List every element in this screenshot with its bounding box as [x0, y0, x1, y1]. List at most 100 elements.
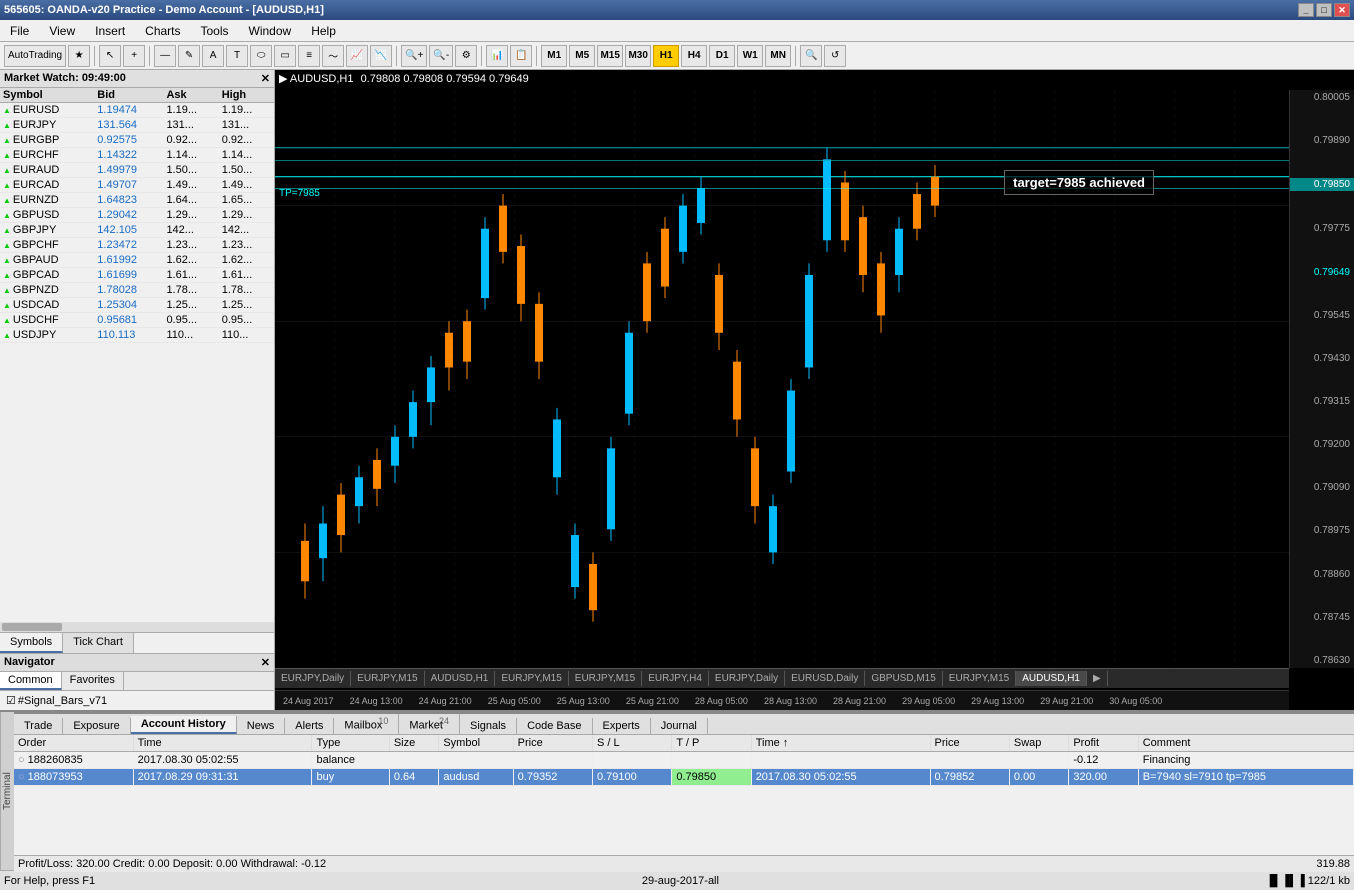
tab-exposure[interactable]: Exposure [63, 718, 130, 734]
tf-w1[interactable]: W1 [737, 45, 763, 67]
zoom-in-button[interactable]: 🔍+ [401, 45, 427, 67]
chart-tab-0[interactable]: EURJPY,Daily [275, 671, 351, 686]
market-watch-row[interactable]: ▲GBPJPY 142.105 142... 142... [0, 223, 274, 238]
th-comment[interactable]: Comment [1138, 735, 1353, 752]
th-time[interactable]: Time [133, 735, 312, 752]
chart-tab-2[interactable]: AUDUSD,H1 [425, 671, 496, 686]
tab-symbols[interactable]: Symbols [0, 633, 63, 653]
th-symbol[interactable]: Symbol [439, 735, 513, 752]
menu-insert[interactable]: Insert [89, 22, 131, 40]
zoom-out-button[interactable]: 🔍- [429, 45, 453, 67]
chart-tab-8[interactable]: GBPUSD,M15 [865, 671, 942, 686]
nav-signal-item[interactable]: ☑ #Signal_Bars_v71 [2, 693, 272, 708]
favorites-button[interactable]: ★ [68, 45, 90, 67]
tab-account-history[interactable]: Account History [131, 716, 237, 734]
tf-h1[interactable]: H1 [653, 45, 679, 67]
market-watch-row[interactable]: ▲USDCHF 0.95681 0.95... 0.95... [0, 313, 274, 328]
market-watch-row[interactable]: ▲GBPUSD 1.29042 1.29... 1.29... [0, 208, 274, 223]
tab-market[interactable]: Market24 [399, 714, 460, 734]
market-watch-row[interactable]: ▲EURAUD 1.49979 1.50... 1.50... [0, 163, 274, 178]
col-high[interactable]: High [219, 88, 274, 103]
chart-area[interactable]: ▶ AUDUSD,H1 0.79808 0.79808 0.79594 0.79… [275, 70, 1354, 710]
th-swap[interactable]: Swap [1009, 735, 1068, 752]
tab-journal[interactable]: Journal [651, 718, 708, 734]
market-watch-row[interactable]: ▲EURCAD 1.49707 1.49... 1.49... [0, 178, 274, 193]
template-button[interactable]: 📋 [510, 45, 532, 67]
th-order[interactable]: Order [14, 735, 133, 752]
market-watch-row[interactable]: ▲GBPAUD 1.61992 1.62... 1.62... [0, 253, 274, 268]
nav-tab-common[interactable]: Common [0, 672, 62, 690]
trades-table-container[interactable]: Order Time Type Size Symbol Price S / L … [14, 735, 1354, 855]
chart-tab-9[interactable]: EURJPY,M15 [943, 671, 1016, 686]
chart-tool2[interactable]: 📉 [370, 45, 392, 67]
tf-h4[interactable]: H4 [681, 45, 707, 67]
th-price2[interactable]: Price [930, 735, 1009, 752]
refresh-button[interactable]: ↺ [824, 45, 846, 67]
chart-tab-1[interactable]: EURJPY,M15 [351, 671, 424, 686]
th-size[interactable]: Size [389, 735, 438, 752]
chart-tab-4[interactable]: EURJPY,M15 [569, 671, 642, 686]
market-watch-row[interactable]: ▲USDJPY 110.113 110... 110... [0, 328, 274, 343]
indicator-button[interactable]: 📊 [486, 45, 508, 67]
th-price[interactable]: Price [513, 735, 592, 752]
nav-tab-favorites[interactable]: Favorites [62, 672, 124, 690]
market-watch-row[interactable]: ▲EURGBP 0.92575 0.92... 0.92... [0, 133, 274, 148]
label-tool[interactable]: T [226, 45, 248, 67]
col-bid[interactable]: Bid [94, 88, 163, 103]
tab-trade[interactable]: Trade [14, 718, 63, 734]
minimize-button[interactable]: _ [1298, 3, 1314, 17]
tab-news[interactable]: News [237, 718, 286, 734]
chart-tab-10[interactable]: AUDUSD,H1 [1016, 671, 1087, 686]
menu-view[interactable]: View [43, 22, 81, 40]
market-watch-table[interactable]: Symbol Bid Ask High ▲EURUSD 1.19474 1.19… [0, 88, 274, 622]
tab-tick-chart[interactable]: Tick Chart [63, 633, 134, 653]
crosshair-tool[interactable]: + [123, 45, 145, 67]
cursor-tool[interactable]: ↖ [99, 45, 121, 67]
tab-mailbox[interactable]: Mailbox10 [334, 714, 399, 734]
market-watch-row[interactable]: ▲EURUSD 1.19474 1.19... 1.19... [0, 103, 274, 118]
market-watch-row[interactable]: ▲GBPCHF 1.23472 1.23... 1.23... [0, 238, 274, 253]
tab-alerts[interactable]: Alerts [285, 718, 334, 734]
menu-file[interactable]: File [4, 22, 35, 40]
tf-m5[interactable]: M5 [569, 45, 595, 67]
tf-d1[interactable]: D1 [709, 45, 735, 67]
col-symbol[interactable]: Symbol [0, 88, 94, 103]
chart-tab-6[interactable]: EURJPY,Daily [709, 671, 785, 686]
maximize-button[interactable]: □ [1316, 3, 1332, 17]
tf-m30[interactable]: M30 [625, 45, 651, 67]
market-watch-row[interactable]: ▲GBPCAD 1.61699 1.61... 1.61... [0, 268, 274, 283]
market-watch-row[interactable]: ▲USDCAD 1.25304 1.25... 1.25... [0, 298, 274, 313]
th-profit[interactable]: Profit [1069, 735, 1138, 752]
navigator-close[interactable]: ✕ [261, 656, 270, 669]
wave-tool[interactable]: 〜 [322, 45, 344, 67]
chart-tab-3[interactable]: EURJPY,M15 [495, 671, 568, 686]
search-button[interactable]: 🔍 [800, 45, 822, 67]
chart-tab-5[interactable]: EURJPY,H4 [642, 671, 709, 686]
th-tp[interactable]: T / P [672, 735, 751, 752]
menu-help[interactable]: Help [305, 22, 342, 40]
properties-button[interactable]: ⚙ [455, 45, 477, 67]
chart-tool1[interactable]: 📈 [346, 45, 368, 67]
fib-tool[interactable]: ≡ [298, 45, 320, 67]
tf-m15[interactable]: M15 [597, 45, 623, 67]
market-watch-close[interactable]: ✕ [261, 72, 270, 85]
autotrading-button[interactable]: AutoTrading [4, 45, 66, 67]
tab-experts[interactable]: Experts [593, 718, 651, 734]
menu-window[interactable]: Window [243, 22, 298, 40]
chart-tab-7[interactable]: EURUSD,Daily [785, 671, 865, 686]
close-button[interactable]: ✕ [1334, 3, 1350, 17]
tf-m1[interactable]: M1 [541, 45, 567, 67]
th-type[interactable]: Type [312, 735, 389, 752]
market-watch-row[interactable]: ▲EURJPY 131.564 131... 131... [0, 118, 274, 133]
menu-charts[interactable]: Charts [139, 22, 186, 40]
terminal-side-label[interactable]: Terminal [0, 712, 14, 870]
chart-tab-scroll[interactable]: ▶ [1087, 671, 1108, 686]
line-tool[interactable]: — [154, 45, 176, 67]
market-watch-row[interactable]: ▲EURCHF 1.14322 1.14... 1.14... [0, 148, 274, 163]
market-watch-row[interactable]: ▲GBPNZD 1.78028 1.78... 1.78... [0, 283, 274, 298]
text-tool[interactable]: A [202, 45, 224, 67]
tab-signals[interactable]: Signals [460, 718, 517, 734]
th-sl[interactable]: S / L [593, 735, 672, 752]
draw-tool[interactable]: ✎ [178, 45, 200, 67]
tf-mn[interactable]: MN [765, 45, 791, 67]
